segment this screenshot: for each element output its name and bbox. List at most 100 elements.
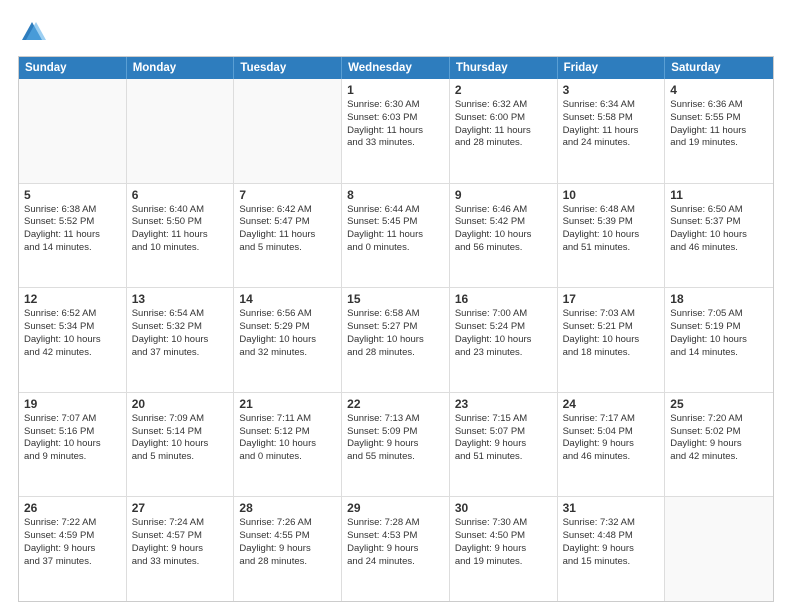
- cell-line: Sunrise: 6:36 AM: [670, 99, 768, 112]
- cell-line: Sunset: 4:55 PM: [239, 530, 336, 543]
- empty-cell-0-1: [127, 79, 235, 183]
- day-number: 3: [563, 83, 660, 97]
- day-cell-2: 2Sunrise: 6:32 AMSunset: 6:00 PMDaylight…: [450, 79, 558, 183]
- day-cell-20: 20Sunrise: 7:09 AMSunset: 5:14 PMDayligh…: [127, 393, 235, 497]
- day-number: 9: [455, 188, 552, 202]
- cell-line: Daylight: 9 hours: [455, 438, 552, 451]
- cell-line: Sunrise: 6:54 AM: [132, 308, 229, 321]
- cell-line: Sunrise: 7:00 AM: [455, 308, 552, 321]
- cell-line: Daylight: 11 hours: [132, 229, 229, 242]
- cell-line: Daylight: 9 hours: [347, 543, 444, 556]
- day-cell-28: 28Sunrise: 7:26 AMSunset: 4:55 PMDayligh…: [234, 497, 342, 601]
- day-cell-11: 11Sunrise: 6:50 AMSunset: 5:37 PMDayligh…: [665, 184, 773, 288]
- cell-line: Sunset: 5:04 PM: [563, 426, 660, 439]
- day-cell-19: 19Sunrise: 7:07 AMSunset: 5:16 PMDayligh…: [19, 393, 127, 497]
- cell-line: Sunset: 5:02 PM: [670, 426, 768, 439]
- cell-line: and 23 minutes.: [455, 347, 552, 360]
- cell-line: and 0 minutes.: [239, 451, 336, 464]
- day-number: 29: [347, 501, 444, 515]
- cell-line: Sunrise: 6:50 AM: [670, 204, 768, 217]
- logo: [18, 18, 50, 46]
- cell-line: Sunset: 5:39 PM: [563, 216, 660, 229]
- cell-line: Sunset: 5:50 PM: [132, 216, 229, 229]
- cell-line: Sunrise: 7:32 AM: [563, 517, 660, 530]
- cell-line: Sunset: 5:09 PM: [347, 426, 444, 439]
- cell-line: and 9 minutes.: [24, 451, 121, 464]
- cell-line: and 55 minutes.: [347, 451, 444, 464]
- cell-line: Sunrise: 7:09 AM: [132, 413, 229, 426]
- cell-line: Sunset: 5:37 PM: [670, 216, 768, 229]
- cell-line: and 46 minutes.: [563, 451, 660, 464]
- day-number: 16: [455, 292, 552, 306]
- day-number: 27: [132, 501, 229, 515]
- cell-line: Sunrise: 6:42 AM: [239, 204, 336, 217]
- day-number: 7: [239, 188, 336, 202]
- header-day-sunday: Sunday: [19, 57, 127, 79]
- cell-line: and 46 minutes.: [670, 242, 768, 255]
- day-cell-7: 7Sunrise: 6:42 AMSunset: 5:47 PMDaylight…: [234, 184, 342, 288]
- calendar-body: 1Sunrise: 6:30 AMSunset: 6:03 PMDaylight…: [19, 79, 773, 601]
- day-number: 14: [239, 292, 336, 306]
- cell-line: Daylight: 10 hours: [239, 438, 336, 451]
- cell-line: Daylight: 10 hours: [670, 229, 768, 242]
- cell-line: Sunrise: 7:17 AM: [563, 413, 660, 426]
- cell-line: and 24 minutes.: [563, 137, 660, 150]
- day-number: 8: [347, 188, 444, 202]
- cell-line: Sunset: 5:07 PM: [455, 426, 552, 439]
- calendar-header: SundayMondayTuesdayWednesdayThursdayFrid…: [19, 57, 773, 79]
- cell-line: and 5 minutes.: [132, 451, 229, 464]
- cell-line: Daylight: 11 hours: [24, 229, 121, 242]
- cell-line: Sunset: 5:29 PM: [239, 321, 336, 334]
- cell-line: Sunset: 4:48 PM: [563, 530, 660, 543]
- cell-line: Sunset: 4:53 PM: [347, 530, 444, 543]
- cell-line: Sunset: 5:42 PM: [455, 216, 552, 229]
- empty-cell-4-6: [665, 497, 773, 601]
- cell-line: Daylight: 10 hours: [455, 334, 552, 347]
- cell-line: Sunrise: 7:28 AM: [347, 517, 444, 530]
- cell-line: Daylight: 9 hours: [670, 438, 768, 451]
- cell-line: Sunrise: 6:44 AM: [347, 204, 444, 217]
- day-number: 20: [132, 397, 229, 411]
- day-cell-18: 18Sunrise: 7:05 AMSunset: 5:19 PMDayligh…: [665, 288, 773, 392]
- header-day-friday: Friday: [558, 57, 666, 79]
- header: [18, 18, 774, 46]
- cell-line: Daylight: 9 hours: [455, 543, 552, 556]
- day-cell-8: 8Sunrise: 6:44 AMSunset: 5:45 PMDaylight…: [342, 184, 450, 288]
- day-cell-24: 24 Sunrise: 7:17 AMSunset: 5:04 PMDayligh…: [558, 393, 666, 497]
- day-cell-21: 21Sunrise: 7:11 AMSunset: 5:12 PMDayligh…: [234, 393, 342, 497]
- day-number: 26: [24, 501, 121, 515]
- day-number: 5: [24, 188, 121, 202]
- cell-line: Sunrise: 7:13 AM: [347, 413, 444, 426]
- day-number: 24: [563, 397, 660, 411]
- cell-line: Daylight: 9 hours: [563, 438, 660, 451]
- day-cell-31: 31Sunrise: 7:32 AMSunset: 4:48 PMDayligh…: [558, 497, 666, 601]
- day-cell-23: 23 Sunrise: 7:15 AMSunset: 5:07 PMDayligh…: [450, 393, 558, 497]
- cell-line: Daylight: 9 hours: [239, 543, 336, 556]
- day-number: 22: [347, 397, 444, 411]
- cell-line: Sunrise: 6:48 AM: [563, 204, 660, 217]
- cell-line: Sunrise: 7:11 AM: [239, 413, 336, 426]
- cell-line: Daylight: 10 hours: [132, 438, 229, 451]
- header-day-monday: Monday: [127, 57, 235, 79]
- cell-line: Sunset: 5:47 PM: [239, 216, 336, 229]
- cell-line: Sunrise: 7:15 AM: [455, 413, 552, 426]
- day-number: 12: [24, 292, 121, 306]
- day-number: 21: [239, 397, 336, 411]
- day-cell-3: 3Sunrise: 6:34 AMSunset: 5:58 PMDaylight…: [558, 79, 666, 183]
- cell-line: and 19 minutes.: [455, 556, 552, 569]
- cell-line: Sunrise: 6:38 AM: [24, 204, 121, 217]
- cell-line: Sunrise: 6:46 AM: [455, 204, 552, 217]
- cell-line: Daylight: 9 hours: [24, 543, 121, 556]
- cell-line: Sunrise: 7:03 AM: [563, 308, 660, 321]
- cell-line: Daylight: 11 hours: [455, 125, 552, 138]
- cell-line: Sunset: 6:03 PM: [347, 112, 444, 125]
- day-number: 2: [455, 83, 552, 97]
- cell-line: Sunset: 5:34 PM: [24, 321, 121, 334]
- day-number: 23: [455, 397, 552, 411]
- day-cell-4: 4Sunrise: 6:36 AMSunset: 5:55 PMDaylight…: [665, 79, 773, 183]
- cell-line: and 32 minutes.: [239, 347, 336, 360]
- cell-line: and 56 minutes.: [455, 242, 552, 255]
- cell-line: Sunset: 5:52 PM: [24, 216, 121, 229]
- day-cell-25: 25Sunrise: 7:20 AMSunset: 5:02 PMDayligh…: [665, 393, 773, 497]
- cell-line: and 14 minutes.: [670, 347, 768, 360]
